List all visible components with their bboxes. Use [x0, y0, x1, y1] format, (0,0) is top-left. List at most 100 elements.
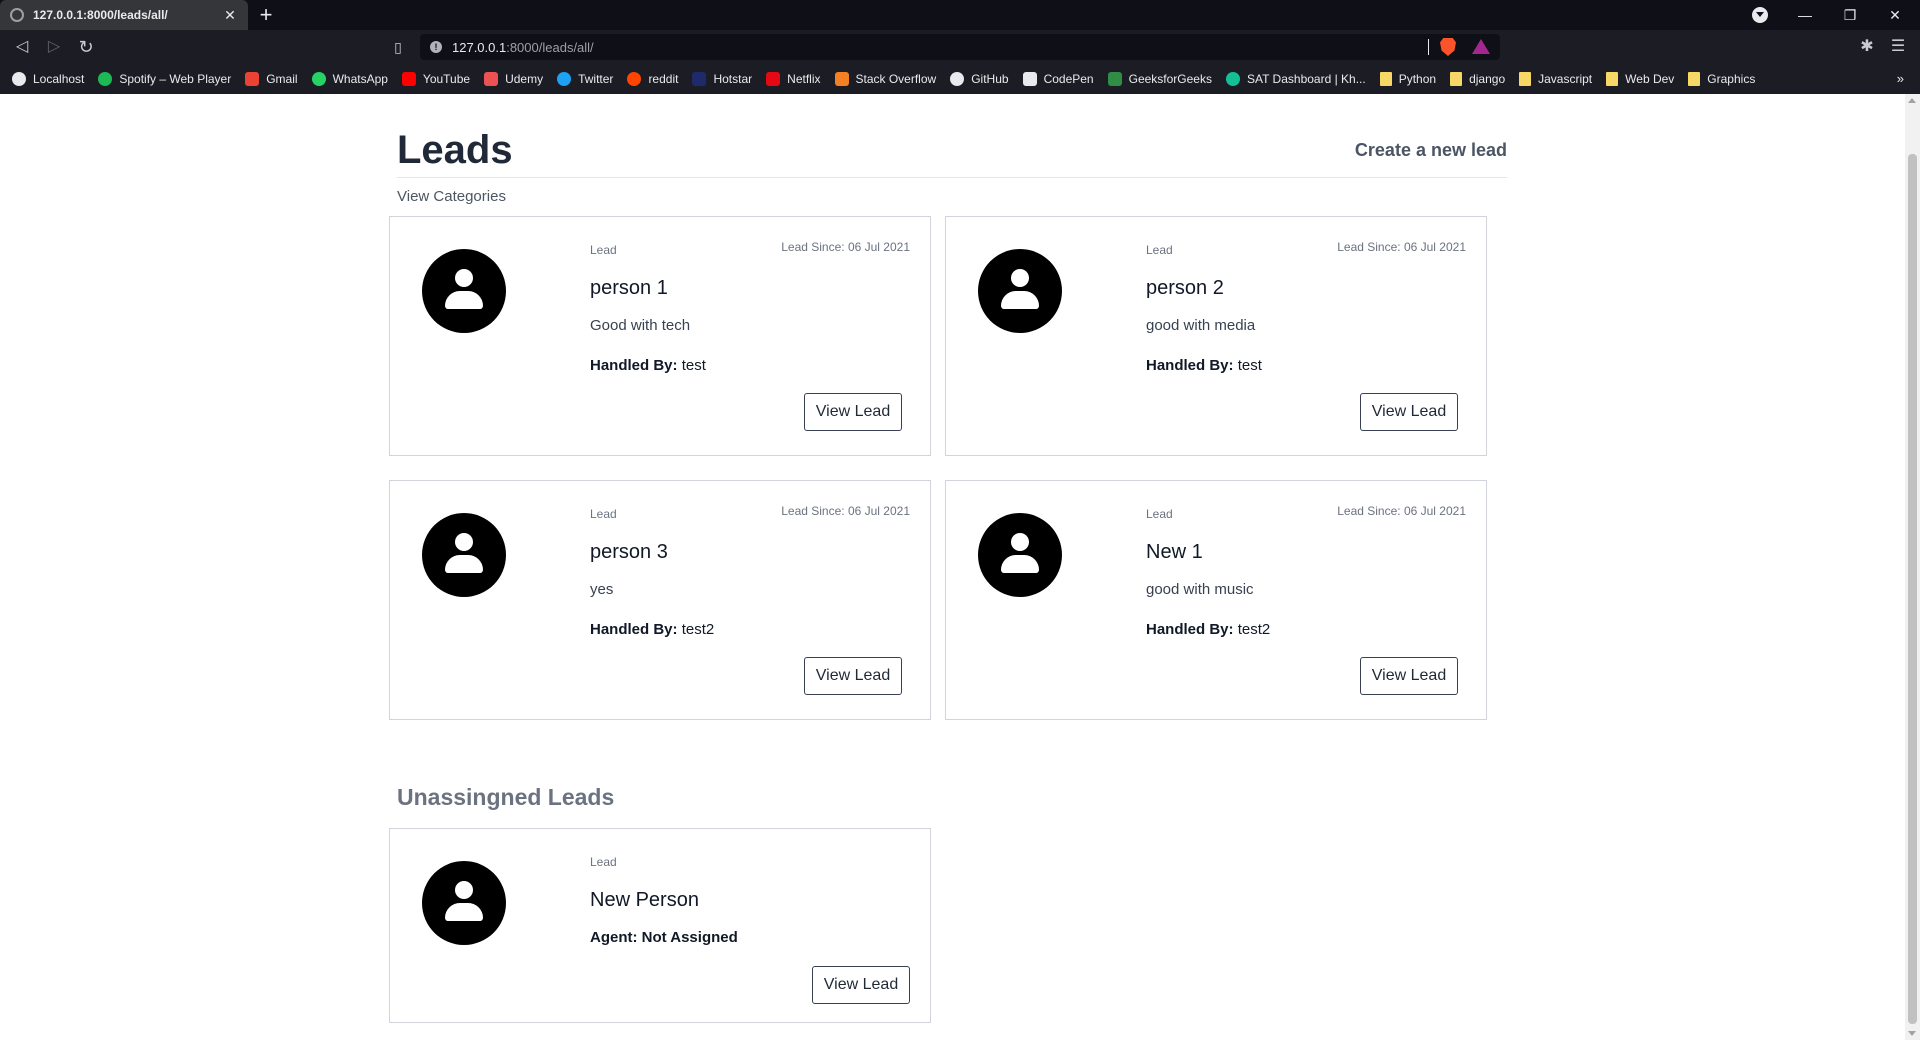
lead-handled-by: Handled By: test	[1146, 357, 1262, 374]
bookmark-favicon-icon	[401, 72, 416, 86]
menu-icon[interactable]: ☰	[1886, 35, 1910, 59]
user-avatar-icon	[978, 513, 1062, 597]
bookmark-item[interactable]: SAT Dashboard | Kh...	[1225, 72, 1366, 86]
brave-rewards-icon[interactable]	[1472, 39, 1490, 54]
scrollbar-thumb[interactable]	[1908, 154, 1917, 1024]
bookmark-favicon-icon	[834, 72, 849, 86]
bookmark-item[interactable]: WhatsApp	[311, 72, 388, 86]
lead-name: person 2	[1146, 277, 1224, 299]
bookmark-item[interactable]: GeeksforGeeks	[1107, 72, 1212, 86]
unassigned-lead-card: Lead New Person Agent: Not Assigned View…	[389, 828, 931, 1023]
bookmark-favicon-icon	[950, 72, 965, 86]
lead-handled-by: Handled By: test2	[1146, 621, 1270, 638]
forward-button[interactable]: ▷	[42, 35, 66, 59]
extensions-icon[interactable]: ✱	[1855, 35, 1879, 59]
bookmark-item[interactable]: django	[1450, 72, 1505, 86]
bookmark-favicon-icon	[245, 72, 260, 86]
create-lead-link[interactable]: Create a new lead	[1355, 140, 1507, 161]
user-avatar-icon	[422, 861, 506, 945]
lead-kind: Lead	[590, 243, 617, 257]
url-path: :8000/leads/all/	[506, 39, 594, 55]
scroll-up-icon[interactable]	[1908, 98, 1916, 103]
view-lead-button[interactable]: View Lead	[804, 657, 902, 695]
bookmark-item[interactable]: Spotify – Web Player	[98, 72, 231, 86]
handled-by-label: Handled By:	[1146, 357, 1234, 374]
bookmark-label: YouTube	[422, 72, 471, 86]
view-lead-button[interactable]: View Lead	[812, 966, 910, 1004]
bookmarks-bar: Localhost Spotify – Web Player Gmail WhatsA…	[0, 64, 1920, 94]
handled-by-agent: test	[1237, 357, 1262, 374]
lead-kind: Lead	[590, 855, 617, 869]
bookmark-label: SAT Dashboard | Kh...	[1246, 72, 1366, 86]
brave-shields-icon[interactable]	[1440, 38, 1456, 56]
handled-by-agent: test2	[1237, 621, 1271, 638]
bookmark-label: Stack Overflow	[855, 72, 937, 86]
bookmark-favicon-icon	[692, 72, 707, 86]
bookmark-item[interactable]: Javascript	[1519, 72, 1592, 86]
bookmark-favicon-icon	[311, 72, 326, 86]
lead-kind: Lead	[1146, 507, 1173, 521]
bookmark-label: Twitter	[578, 72, 614, 86]
back-button[interactable]: ◁	[10, 35, 34, 59]
bookmark-label: Localhost	[33, 72, 85, 86]
bookmark-favicon-icon	[557, 72, 572, 86]
browser-tab[interactable]: 127.0.0.1:8000/leads/all/ ✕	[0, 0, 248, 30]
bookmark-favicon-icon	[627, 72, 642, 86]
bookmarks-overflow-icon[interactable]: »	[1897, 71, 1904, 86]
lead-name: person 1	[590, 277, 668, 299]
folder-icon	[1450, 72, 1463, 86]
bookmark-item[interactable]: CodePen	[1022, 72, 1094, 86]
folder-icon	[1379, 72, 1392, 86]
bookmark-item[interactable]: Twitter	[557, 72, 613, 86]
close-window-button[interactable]: ✕	[1875, 0, 1915, 30]
bookmark-label: Netflix	[787, 72, 821, 86]
bookmark-item[interactable]: Gmail	[245, 72, 298, 86]
bookmark-item[interactable]: Netflix	[766, 72, 821, 86]
bookmark-item[interactable]: reddit	[627, 72, 678, 86]
tab-close-icon[interactable]: ✕	[222, 7, 238, 24]
bookmark-item[interactable]: Udemy	[484, 72, 543, 86]
scroll-down-icon[interactable]	[1908, 1031, 1916, 1036]
bookmark-favicon-icon	[12, 72, 26, 86]
lead-since: Lead Since: 06 Jul 2021	[1337, 504, 1466, 518]
info-icon[interactable]: !	[430, 41, 442, 53]
bookmark-label: Web Dev	[1625, 72, 1675, 86]
bookmark-item[interactable]: Stack Overflow	[834, 72, 937, 86]
new-tab-button[interactable]: +	[254, 3, 278, 27]
view-lead-button[interactable]: View Lead	[804, 393, 902, 431]
bookmark-item[interactable]: YouTube	[401, 72, 471, 86]
view-lead-button[interactable]: View Lead	[1360, 657, 1458, 695]
user-avatar-icon	[978, 249, 1062, 333]
bookmark-favicon-icon	[766, 72, 781, 86]
bookmark-item[interactable]: Hotstar	[692, 72, 752, 86]
maximize-button[interactable]: ❐	[1830, 0, 1870, 30]
lead-since: Lead Since: 06 Jul 2021	[1337, 240, 1466, 254]
bookmark-favicon-icon	[98, 72, 113, 86]
lead-agent: Agent: Not Assigned	[590, 929, 738, 946]
lead-card: Lead Lead Since: 06 Jul 2021 person 3 yes Ha…	[389, 480, 931, 720]
folder-icon	[1606, 72, 1619, 86]
lead-handled-by: Handled By: test	[590, 357, 706, 374]
view-lead-button[interactable]: View Lead	[1360, 393, 1458, 431]
handled-by-label: Handled By:	[1146, 621, 1234, 638]
bookmark-item[interactable]: Localhost	[12, 72, 84, 86]
page-scrollbar[interactable]	[1905, 94, 1920, 1040]
bookmark-item[interactable]: Graphics	[1688, 72, 1755, 86]
bookmark-label: WhatsApp	[332, 72, 388, 86]
handled-by-agent: test2	[681, 621, 715, 638]
lead-description: yes	[590, 581, 614, 598]
address-bar[interactable]: ! 127.0.0.1 :8000/leads/all/	[420, 34, 1500, 60]
tab-title: 127.0.0.1:8000/leads/all/	[33, 8, 168, 22]
bookmark-item[interactable]: Web Dev	[1606, 72, 1674, 86]
bookmark-icon[interactable]: ▯	[386, 35, 410, 59]
handled-by-label: Handled By:	[590, 621, 678, 638]
user-avatar-icon	[422, 513, 506, 597]
profile-icon[interactable]	[1740, 0, 1780, 30]
bookmark-label: Spotify – Web Player	[119, 72, 232, 86]
view-categories-link[interactable]: View Categories	[397, 188, 506, 205]
globe-icon	[10, 8, 24, 22]
reload-button[interactable]: ↻	[74, 35, 98, 59]
bookmark-item[interactable]: Python	[1379, 72, 1436, 86]
bookmark-item[interactable]: GitHub	[950, 72, 1009, 86]
minimize-button[interactable]: —	[1785, 0, 1825, 30]
